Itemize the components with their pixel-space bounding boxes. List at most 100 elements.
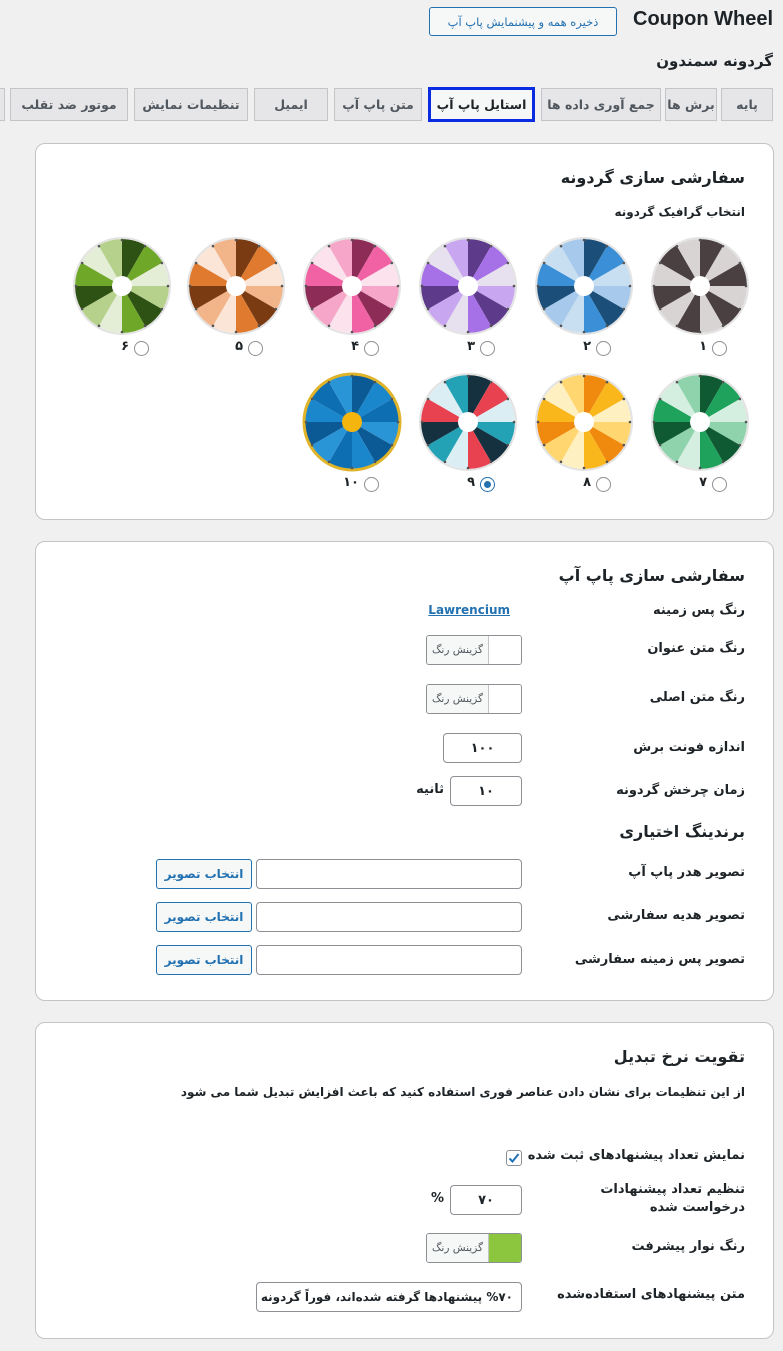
wheel-peg [605,244,609,248]
wheel-option-radio[interactable] [134,341,149,356]
gift-image-url-input[interactable] [256,902,522,932]
wheel-peg [327,460,331,464]
wheel-option-radio[interactable] [480,341,495,356]
wheel-option-radio[interactable] [596,477,611,492]
wheel-peg [582,466,586,470]
body-color-picker[interactable]: گزینش رنگ [426,684,522,714]
title-color-label: رنگ متن عنوان [647,641,745,656]
wheel-peg [744,420,748,424]
wheel-peg [489,244,493,248]
body-color-swatch [489,685,521,713]
wheel-option-radio[interactable] [596,341,611,356]
wheel-peg [559,460,563,464]
wheel-peg [390,261,394,265]
tab-display-settings[interactable]: تنظیمات نمایش [134,88,248,121]
wheel-option-4[interactable]: ۴ [302,236,402,366]
wheel-peg [542,307,546,311]
wheel-peg [310,261,314,265]
tab-slices[interactable]: برش ها [665,88,717,121]
bg-image-url-input[interactable] [256,945,522,975]
title-color-picker[interactable]: گزینش رنگ [426,635,522,665]
wheel-graphic-10 [302,372,402,472]
wheel-graphic-2 [535,237,633,335]
wheel-option-radio[interactable] [364,477,379,492]
wheel-peg [542,261,546,265]
gift-image-choose-button[interactable]: انتخاب تصویر [156,902,252,932]
spin-time-input[interactable]: ۱۰ [450,776,522,806]
wheel-peg [160,261,164,265]
header-image-url-input[interactable] [256,859,522,889]
title-color-swatch [489,636,521,664]
spin-time-label: زمان چرخش گردونه [616,783,745,798]
wheel-option-9[interactable]: ۹ [418,372,518,502]
wheel-peg [582,330,586,334]
wheel-peg [605,460,609,464]
tab-basic[interactable]: پایه [721,88,773,121]
wheel-option-10[interactable]: ۱۰ [302,372,402,502]
color-picker-label: گزینش رنگ [427,685,489,713]
wheel-option-5[interactable]: ۵ [186,236,286,366]
wheel-peg [257,244,261,248]
wheel-peg [396,284,400,288]
popup-customization-card: سفارشی سازی پاپ آپ رنگ پس زمینه Lawrenci… [35,541,774,1001]
save-and-preview-button[interactable]: ذخیره همه و پیشنمایش پاپ آپ [429,7,617,36]
show-count-checkbox[interactable] [506,1150,522,1166]
bg-color-value-link[interactable]: Lawrencium [428,603,510,617]
header-image-label: تصویر هدر پاپ آپ [628,865,745,880]
used-text-input[interactable]: %۷۰ پیشنهادها گرفته شده‌اند، فوراً گردون… [256,1282,522,1312]
wheel-peg [426,443,430,447]
wheel-peg [188,284,192,288]
wheel-option-7[interactable]: ۷ [650,372,750,502]
wheel-peg [257,324,261,328]
wheel-option-radio[interactable] [364,341,379,356]
progress-color-swatch [489,1234,521,1262]
wheel-peg [622,307,626,311]
color-picker-label: گزینش رنگ [427,1234,489,1262]
wheel-option-label: ۷ [699,475,707,490]
wheel-peg [675,324,679,328]
wheel-peg [489,460,493,464]
app-title: Coupon Wheel [633,8,773,30]
wheel-hub [112,276,132,296]
wheel-peg [738,443,742,447]
wheel-peg [97,244,101,248]
wheel-peg [420,420,424,424]
wheel-peg [698,466,702,470]
wheel-peg [327,380,331,384]
wheel-peg [234,330,238,334]
wheel-peg [658,443,662,447]
wheel-option-8[interactable]: ۸ [534,372,634,502]
conversion-boost-card: تقویت نرخ تبدیل از این تنظیمات برای نشان… [35,1022,774,1339]
tab-email[interactable]: ایمیل [254,88,328,121]
wheel-graphic-7 [651,373,749,471]
wheel-peg [97,324,101,328]
tab-popup-text[interactable]: متن پاپ آپ [334,88,422,121]
bg-image-choose-button[interactable]: انتخاب تصویر [156,945,252,975]
wheel-option-6[interactable]: ۶ [72,236,172,366]
wheel-option-2[interactable]: ۲ [534,236,634,366]
wheel-peg [390,443,394,447]
wheel-option-label: ۱۰ [343,475,359,490]
tab-overflow[interactable] [0,88,5,121]
wheel-peg [327,324,331,328]
wheel-option-radio[interactable] [712,477,727,492]
settings-tabs: پایه برش ها جمع آوری داده ها استایل پاپ … [0,87,783,122]
wheel-option-3[interactable]: ۳ [418,236,518,366]
slice-font-size-input[interactable]: ۱۰۰ [443,733,522,763]
wheel-peg [605,380,609,384]
wheel-peg [512,284,516,288]
wheel-peg [166,284,170,288]
wheel-peg [120,330,124,334]
tab-data-collection[interactable]: جمع آوری داده ها [541,88,661,121]
wheel-option-radio[interactable] [248,341,263,356]
header-image-choose-button[interactable]: انتخاب تصویر [156,859,252,889]
progress-color-picker[interactable]: گزینش رنگ [426,1233,522,1263]
wheel-peg [738,261,742,265]
tab-anti-cheat[interactable]: موتور ضد تقلب [10,88,128,121]
tab-popup-style[interactable]: استایل پاپ آپ [428,87,535,122]
wheel-peg [350,238,354,242]
set-count-input[interactable]: ۷۰ [450,1185,522,1215]
wheel-option-radio[interactable] [480,477,495,492]
wheel-option-radio[interactable] [712,341,727,356]
wheel-option-1[interactable]: ۱ [650,236,750,366]
